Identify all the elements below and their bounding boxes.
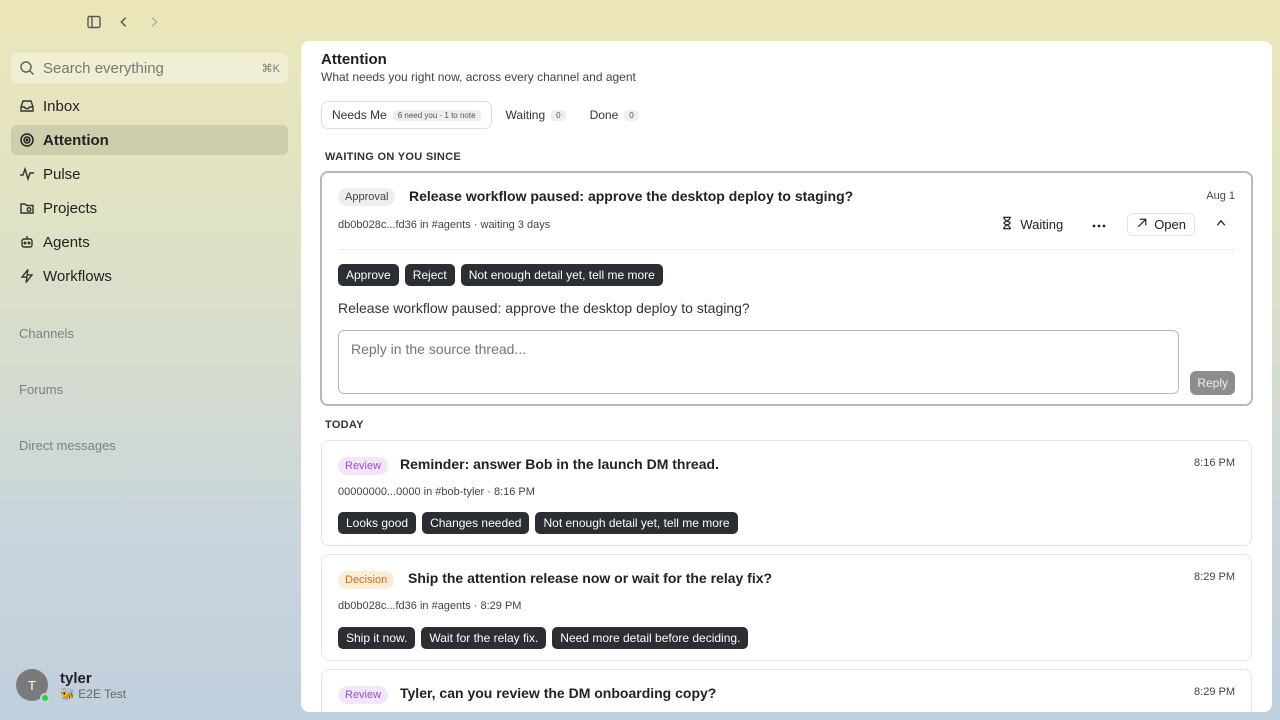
review-badge: Review: [338, 457, 389, 475]
attention-card-expanded[interactable]: Approval Release workflow paused: approv…: [320, 171, 1253, 406]
card-time: 8:29 PM: [1194, 571, 1235, 583]
waiting-label: Waiting: [1020, 217, 1064, 232]
sidebar-item-attention[interactable]: Attention: [11, 125, 288, 155]
group-label-today: TODAY: [325, 419, 364, 431]
card-meta: 00000000...0000 in #bob-tyler · 8:16 PM: [338, 486, 535, 498]
section-channels[interactable]: Channels: [19, 326, 74, 341]
user-subtitle: 🐝 E2E Test: [60, 686, 127, 701]
reply-button[interactable]: Reply: [1190, 371, 1235, 395]
tab-bar: Needs Me 6 need you · 1 to note Waiting …: [321, 101, 649, 129]
tab-waiting[interactable]: Waiting 0: [496, 101, 576, 129]
quick-reply-chips: Ship it now. Wait for the relay fix. Nee…: [338, 627, 749, 649]
tab-count: 0: [624, 109, 639, 121]
target-icon: [19, 132, 35, 148]
page-title: Attention: [321, 51, 387, 68]
external-link-icon: [1136, 217, 1148, 232]
sidebar: Search everything ⌘K Inbox Attention Pul…: [0, 0, 300, 720]
tab-label: Needs Me: [332, 108, 387, 122]
search-icon: [19, 60, 35, 76]
card-title: Reminder: answer Bob in the launch DM th…: [400, 456, 719, 472]
tab-count: 0: [551, 109, 566, 121]
sidebar-item-label: Attention: [43, 131, 109, 149]
tab-needs-me[interactable]: Needs Me 6 need you · 1 to note: [321, 101, 492, 129]
approve-chip[interactable]: Approve: [338, 264, 399, 286]
page-subtitle: What needs you right now, across every c…: [321, 70, 636, 84]
card-actions: Waiting Open: [992, 213, 1235, 236]
bolt-icon: [19, 268, 35, 284]
changes-needed-chip[interactable]: Changes needed: [422, 512, 530, 534]
sidebar-item-inbox[interactable]: Inbox: [11, 91, 288, 121]
sidebar-item-label: Pulse: [43, 165, 81, 183]
chevron-up-icon: [1215, 217, 1227, 232]
attention-card[interactable]: Review Reminder: answer Bob in the launc…: [321, 440, 1252, 546]
tab-done[interactable]: Done 0: [580, 101, 649, 129]
user-profile[interactable]: T tyler 🐝 E2E Test: [16, 669, 127, 703]
tab-count: 6 need you · 1 to note: [392, 109, 481, 121]
card-title: Ship the attention release now or wait f…: [408, 570, 773, 586]
more-button[interactable]: [1083, 214, 1115, 235]
reject-chip[interactable]: Reject: [404, 264, 455, 286]
hourglass-icon: [1000, 216, 1014, 233]
pulse-icon: [19, 166, 35, 182]
folder-icon: [19, 200, 35, 216]
ship-now-chip[interactable]: Ship it now.: [338, 627, 416, 649]
search-shortcut: ⌘K: [261, 62, 280, 75]
card-time: 8:29 PM: [1194, 686, 1235, 698]
tab-label: Done: [589, 108, 619, 122]
looks-good-chip[interactable]: Looks good: [338, 512, 417, 534]
card-title: Release workflow paused: approve the des…: [409, 188, 854, 204]
sidebar-item-pulse[interactable]: Pulse: [11, 159, 288, 189]
search-placeholder: Search everything: [43, 59, 164, 77]
attention-card[interactable]: Decision Ship the attention release now …: [321, 554, 1252, 661]
sidebar-item-projects[interactable]: Projects: [11, 193, 288, 223]
agent-icon: [19, 234, 35, 250]
sidebar-item-label: Agents: [43, 233, 90, 251]
divider: [338, 249, 1235, 250]
open-label: Open: [1154, 217, 1186, 232]
card-time: Aug 1: [1206, 190, 1235, 202]
open-button[interactable]: Open: [1127, 213, 1195, 236]
group-label-waiting: WAITING ON YOU SINCE: [325, 151, 461, 163]
card-time: 8:16 PM: [1194, 457, 1235, 469]
more-detail-chip[interactable]: Need more detail before deciding.: [552, 627, 749, 649]
avatar: T: [16, 669, 50, 703]
quick-reply-chips: Looks good Changes needed Not enough det…: [338, 512, 738, 534]
wait-relay-chip[interactable]: Wait for the relay fix.: [421, 627, 547, 649]
tab-label: Waiting: [505, 108, 546, 122]
online-status-dot: [40, 693, 50, 703]
main-panel: Attention What needs you right now, acro…: [301, 41, 1272, 712]
inbox-icon: [19, 98, 35, 114]
more-icon: [1091, 217, 1107, 232]
user-name: tyler: [60, 669, 92, 687]
waiting-button[interactable]: Waiting: [992, 213, 1071, 236]
card-question: Release workflow paused: approve the des…: [338, 300, 750, 316]
card-meta: db0b028c...fd36 in #agents · 8:29 PM: [338, 600, 522, 612]
sidebar-item-workflows[interactable]: Workflows: [11, 261, 288, 291]
reply-textarea[interactable]: [338, 330, 1179, 394]
card-meta: db0b028c...fd36 in #agents · waiting 3 d…: [338, 219, 551, 231]
card-title: Tyler, can you review the DM onboarding …: [400, 685, 717, 701]
approval-badge: Approval: [338, 188, 396, 206]
avatar-initial: T: [28, 677, 36, 693]
more-detail-chip[interactable]: Not enough detail yet, tell me more: [535, 512, 738, 534]
section-forums[interactable]: Forums: [19, 382, 63, 397]
more-detail-chip[interactable]: Not enough detail yet, tell me more: [460, 264, 663, 286]
search-input[interactable]: Search everything ⌘K: [11, 53, 288, 83]
sidebar-item-label: Inbox: [43, 97, 80, 115]
sidebar-nav: Inbox Attention Pulse Projects Agents Wo…: [11, 91, 288, 295]
collapse-button[interactable]: [1207, 214, 1235, 235]
sidebar-item-label: Projects: [43, 199, 98, 217]
attention-card[interactable]: Review Tyler, can you review the DM onbo…: [321, 669, 1252, 712]
section-direct-messages[interactable]: Direct messages: [19, 438, 116, 453]
sidebar-item-label: Workflows: [43, 267, 112, 285]
sidebar-item-agents[interactable]: Agents: [11, 227, 288, 257]
decision-badge: Decision: [338, 571, 395, 589]
quick-reply-chips: Approve Reject Not enough detail yet, te…: [338, 264, 663, 286]
review-badge: Review: [338, 686, 389, 704]
